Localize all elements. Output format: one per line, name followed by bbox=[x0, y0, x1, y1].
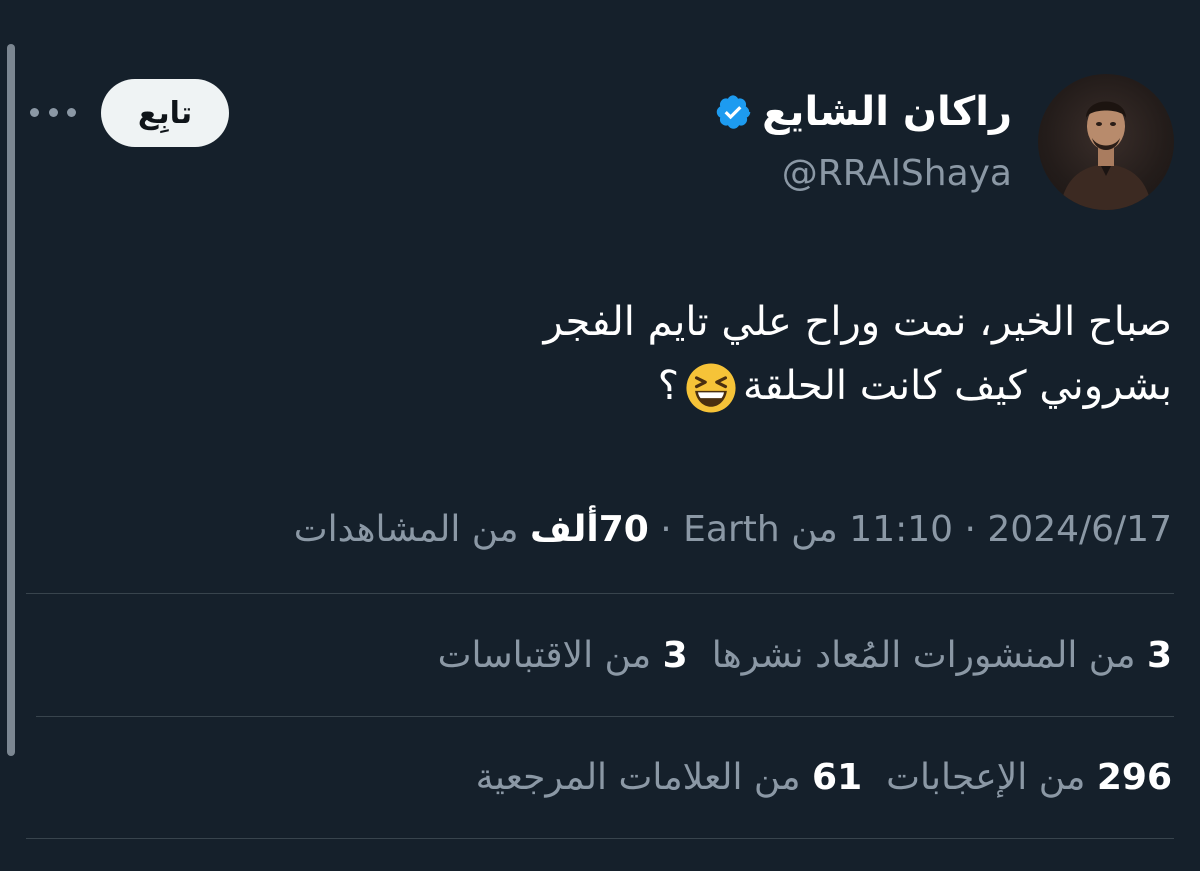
follow-button[interactable]: تابِع bbox=[101, 79, 229, 147]
repost-quote-stats: 3 من المنشورات المُعاد نشرها3 من الاقتبا… bbox=[438, 626, 1172, 686]
bookmarks-count: 61 bbox=[812, 757, 863, 798]
tweet-text-line-2-end: ؟ bbox=[657, 363, 679, 409]
author-name-row[interactable]: راكان الشايع bbox=[714, 82, 1012, 142]
quotes-label: من الاقتباسات bbox=[437, 635, 652, 676]
likes-count: 296 bbox=[1096, 757, 1172, 798]
quotes-count: 3 bbox=[662, 635, 688, 676]
divider-top bbox=[26, 593, 1174, 594]
tweet-text-line-2-start: بشروني كيف كانت الحلقة bbox=[742, 363, 1172, 409]
meta-separator-1: · bbox=[964, 509, 976, 550]
reposts-count: 3 bbox=[1146, 635, 1172, 676]
tweet-text-line-2: بشروني كيف كانت الحلقة ؟ bbox=[72, 354, 1172, 418]
likes-stat[interactable]: 296 من الإعجابات bbox=[886, 757, 1172, 798]
likes-label: من الإعجابات bbox=[886, 757, 1086, 798]
scrollbar[interactable] bbox=[7, 44, 15, 756]
tweet-meta: 2024/6/17 · 11:10 من Earth · 70ألف من ال… bbox=[294, 500, 1172, 560]
tweet-source: Earth bbox=[683, 509, 780, 550]
quotes-stat[interactable]: 3 من الاقتباسات bbox=[438, 635, 688, 676]
meta-separator-2: · bbox=[660, 509, 672, 550]
reposts-stat[interactable]: 3 من المنشورات المُعاد نشرها bbox=[712, 635, 1172, 676]
tweet-detail-view: راكان الشايع @RRAlShaya تابِع صباح الخير… bbox=[0, 0, 1200, 871]
source-prefix: من bbox=[791, 509, 838, 550]
tweet-text-line-1: صباح الخير، نمت وراح علي تايم الفجر bbox=[543, 299, 1172, 345]
divider-middle bbox=[36, 716, 1174, 717]
tweet-text: صباح الخير، نمت وراح علي تايم الفجر بشرو… bbox=[72, 290, 1172, 418]
reposts-label: من المنشورات المُعاد نشرها bbox=[711, 635, 1136, 676]
grinning-squinting-face-emoji-icon bbox=[686, 363, 736, 413]
bookmarks-label: من العلامات المرجعية bbox=[475, 757, 801, 798]
divider-bottom bbox=[26, 838, 1174, 839]
like-bookmark-stats: 296 من الإعجابات 61 من العلامات المرجعية bbox=[476, 748, 1172, 808]
views-label: من المشاهدات bbox=[293, 509, 519, 550]
avatar-portrait bbox=[1060, 101, 1152, 210]
bookmarks-stat[interactable]: 61 من العلامات المرجعية bbox=[476, 757, 863, 798]
tweet-date[interactable]: 2024/6/17 bbox=[987, 509, 1172, 550]
views-count: 70ألف bbox=[529, 509, 649, 550]
avatar[interactable] bbox=[1038, 74, 1174, 210]
tweet-time[interactable]: 11:10 bbox=[849, 509, 953, 550]
more-options-icon[interactable] bbox=[30, 100, 76, 124]
author-handle[interactable]: @RRAlShaya bbox=[782, 146, 1012, 202]
author-display-name[interactable]: راكان الشايع bbox=[762, 82, 1012, 142]
verified-badge-icon bbox=[716, 95, 751, 129]
